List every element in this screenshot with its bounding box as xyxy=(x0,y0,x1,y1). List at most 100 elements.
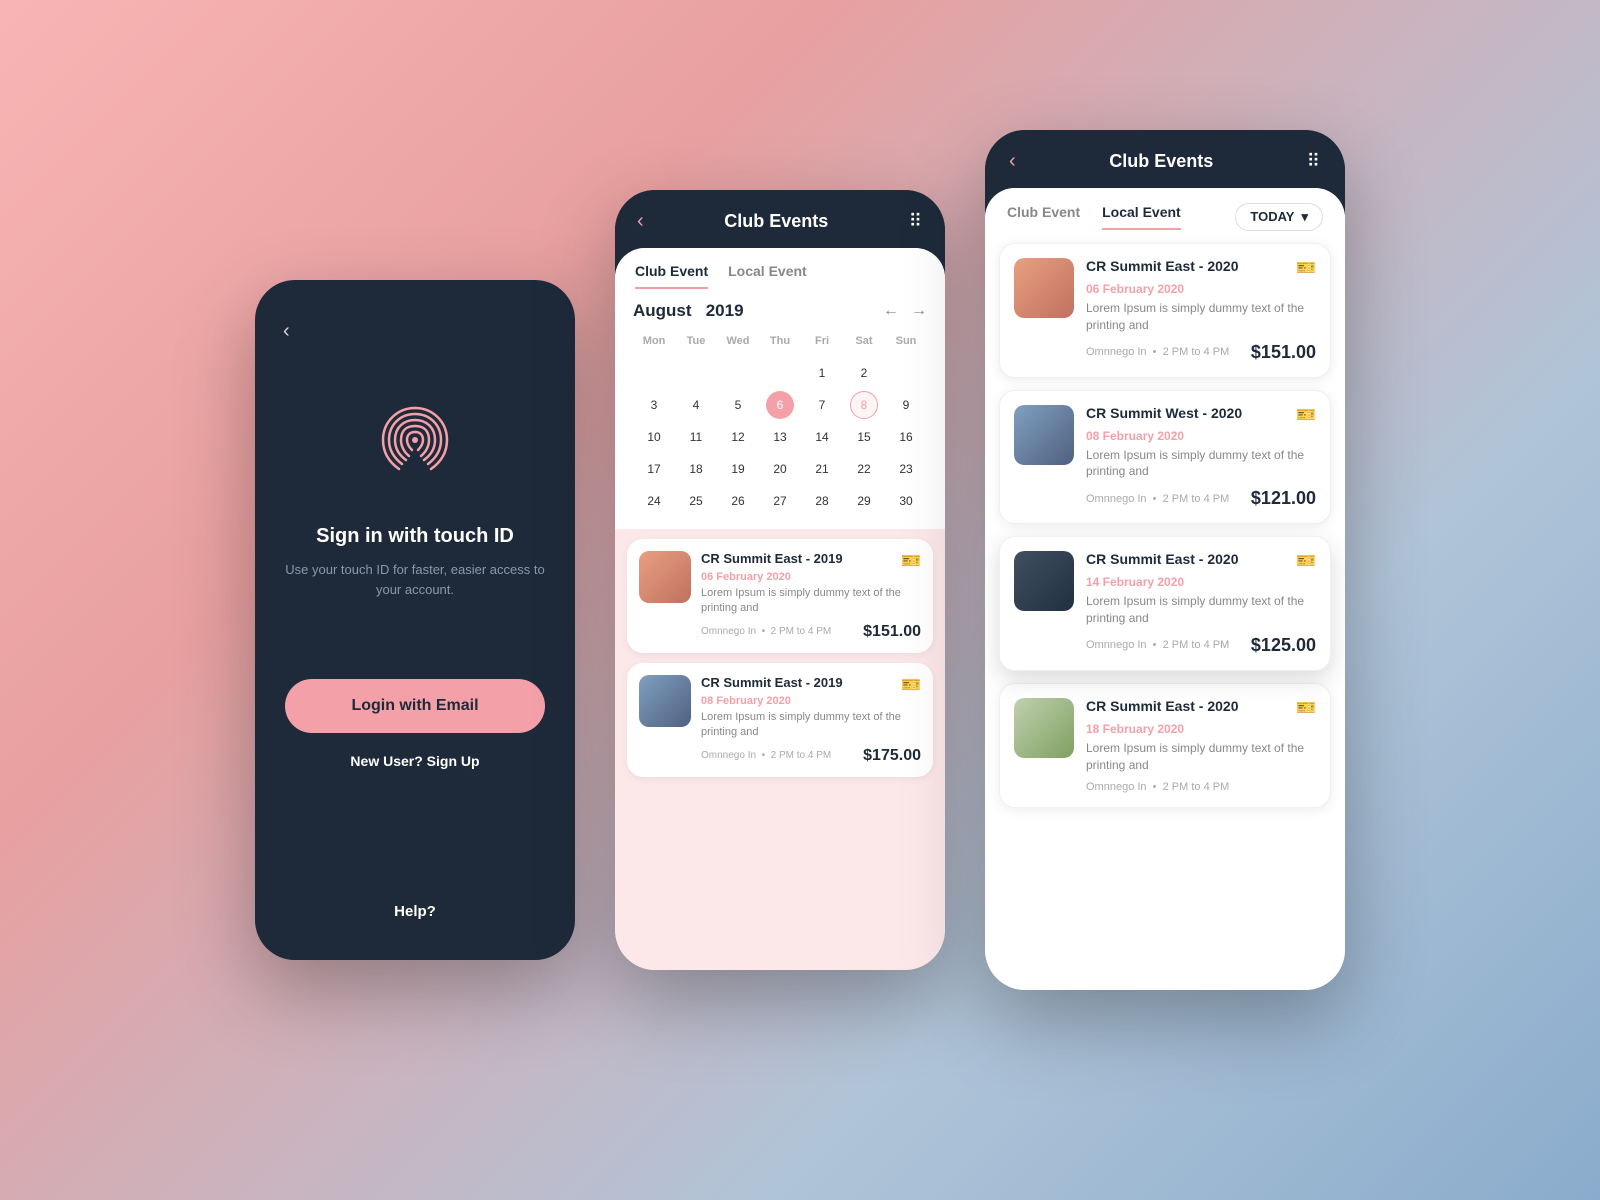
cal-day[interactable]: 13 xyxy=(766,423,794,451)
event-image-2 xyxy=(639,675,691,727)
event-desc-lg-2: Lorem Ipsum is simply dummy text of the … xyxy=(1086,447,1316,481)
event-card-lg-3[interactable]: CR Summit East - 2020 🎫 14 February 2020… xyxy=(999,536,1331,671)
tab-club-event-p3[interactable]: Club Event xyxy=(1007,204,1080,230)
event-card-lg-2[interactable]: CR Summit West - 2020 🎫 08 February 2020… xyxy=(999,390,1331,525)
event-img-lg-4 xyxy=(1014,698,1074,758)
event-meta-lg-1: Omnnego In • 2 PM to 4 PM xyxy=(1086,346,1229,358)
event-card-1[interactable]: CR Summit East - 2019 🎫 06 February 2020… xyxy=(627,539,933,653)
event-card-lg-4[interactable]: CR Summit East - 2020 🎫 18 February 2020… xyxy=(999,683,1331,809)
cal-day[interactable]: 4 xyxy=(682,391,710,419)
cal-day[interactable]: 7 xyxy=(808,391,836,419)
event-img-lg-3 xyxy=(1014,551,1074,611)
event-footer-lg-3: Omnnego In • 2 PM to 4 PM $125.00 xyxy=(1086,635,1316,656)
cal-day-6[interactable]: 6 xyxy=(766,391,794,419)
events-dots-icon[interactable]: ⠿ xyxy=(1307,151,1321,172)
cal-day[interactable]: 12 xyxy=(724,423,752,451)
cal-day[interactable]: 21 xyxy=(808,455,836,483)
event-content-lg-2: CR Summit West - 2020 🎫 08 February 2020… xyxy=(1086,405,1316,510)
event-price-lg-2: $121.00 xyxy=(1251,488,1316,509)
cal-day[interactable]: 29 xyxy=(850,487,878,515)
cal-day[interactable]: 15 xyxy=(850,423,878,451)
event-footer-1: Omnnego In • 2 PM to 4 PM $151.00 xyxy=(701,623,921,641)
event-desc-lg-3: Lorem Ipsum is simply dummy text of the … xyxy=(1086,593,1316,627)
phone-calendar: ‹ Club Events ⠿ Club Event Local Event A… xyxy=(615,190,945,970)
event-title-2: CR Summit East - 2019 xyxy=(701,675,843,690)
cal-day[interactable]: 27 xyxy=(766,487,794,515)
event-price-2: $175.00 xyxy=(863,747,921,765)
new-user-signup[interactable]: New User? Sign Up xyxy=(350,753,479,769)
event-date-lg-4: 18 February 2020 xyxy=(1086,722,1316,736)
event-meta-2: Omnnego In • 2 PM to 4 PM xyxy=(701,750,831,761)
calendar-header-row: Mon Tue Wed Thu Fri Sat Sun xyxy=(633,331,927,351)
cal-day[interactable]: 22 xyxy=(850,455,878,483)
cal-day[interactable]: 10 xyxy=(640,423,668,451)
calendar-nav: ← → xyxy=(883,302,927,320)
cal-day[interactable] xyxy=(766,359,794,387)
cal-day[interactable]: 23 xyxy=(892,455,920,483)
tab-club-event[interactable]: Club Event xyxy=(635,263,708,289)
ticket-icon-lg-2: 🎫 xyxy=(1296,405,1316,425)
cal-day[interactable]: 19 xyxy=(724,455,752,483)
event-card-lg-1[interactable]: CR Summit East - 2020 🎫 06 February 2020… xyxy=(999,243,1331,378)
events-header: ‹ Club Events ⠿ xyxy=(985,130,1345,188)
calendar-dots-icon[interactable]: ⠿ xyxy=(909,211,923,232)
tab-local-event-p3[interactable]: Local Event xyxy=(1102,204,1181,230)
event-title-lg-1: CR Summit East - 2020 xyxy=(1086,258,1239,274)
calendar-next-icon[interactable]: → xyxy=(911,302,927,320)
cal-day[interactable]: 20 xyxy=(766,455,794,483)
login-email-button[interactable]: Login with Email xyxy=(285,679,545,733)
event-footer-lg-1: Omnnego In • 2 PM to 4 PM $151.00 xyxy=(1086,342,1316,363)
sign-in-subtitle: Use your touch ID for faster, easier acc… xyxy=(285,560,545,599)
cal-day[interactable]: 26 xyxy=(724,487,752,515)
cal-day[interactable]: 9 xyxy=(892,391,920,419)
event-title-1: CR Summit East - 2019 xyxy=(701,551,843,566)
events-back-icon[interactable]: ‹ xyxy=(1009,150,1016,173)
event-desc-lg-1: Lorem Ipsum is simply dummy text of the … xyxy=(1086,300,1316,334)
calendar-section: August 2019 ← → Mon Tue Wed Thu Fri Sat … xyxy=(615,289,945,529)
cal-day[interactable]: 11 xyxy=(682,423,710,451)
help-link[interactable]: Help? xyxy=(394,903,436,920)
cal-day[interactable]: 28 xyxy=(808,487,836,515)
cal-header-thu: Thu xyxy=(759,331,801,351)
cal-header-wed: Wed xyxy=(717,331,759,351)
tab-local-event[interactable]: Local Event xyxy=(728,263,807,289)
event-card-2[interactable]: CR Summit East - 2019 🎫 08 February 2020… xyxy=(627,663,933,777)
event-meta-lg-3: Omnnego In • 2 PM to 4 PM xyxy=(1086,639,1229,651)
sign-in-title: Sign in with touch ID xyxy=(316,525,514,548)
today-button[interactable]: TODAY ▾ xyxy=(1235,203,1323,231)
event-image-1 xyxy=(639,551,691,603)
calendar-prev-icon[interactable]: ← xyxy=(883,302,899,320)
calendar-title: Club Events xyxy=(724,211,828,232)
event-desc-2: Lorem Ipsum is simply dummy text of the … xyxy=(701,710,921,741)
calendar-back-icon[interactable]: ‹ xyxy=(637,210,644,233)
back-arrow-icon[interactable]: ‹ xyxy=(283,320,290,343)
cal-day[interactable]: 5 xyxy=(724,391,752,419)
cal-header-tue: Tue xyxy=(675,331,717,351)
cal-day[interactable]: 1 xyxy=(808,359,836,387)
event-date-lg-1: 06 February 2020 xyxy=(1086,282,1316,296)
cal-day[interactable]: 18 xyxy=(682,455,710,483)
event-meta-1: Omnnego In • 2 PM to 4 PM xyxy=(701,626,831,637)
cal-day[interactable] xyxy=(892,359,920,387)
cal-day[interactable]: 24 xyxy=(640,487,668,515)
cal-day[interactable] xyxy=(682,359,710,387)
cal-day[interactable]: 16 xyxy=(892,423,920,451)
cal-day[interactable] xyxy=(724,359,752,387)
event-meta-lg-2: Omnnego In • 2 PM to 4 PM xyxy=(1086,493,1229,505)
calendar-header: ‹ Club Events ⠿ xyxy=(615,190,945,248)
cal-day[interactable] xyxy=(640,359,668,387)
events-scroll: CR Summit East - 2020 🎫 06 February 2020… xyxy=(985,231,1345,990)
cal-day[interactable]: 14 xyxy=(808,423,836,451)
cal-day[interactable]: 25 xyxy=(682,487,710,515)
cal-day[interactable]: 30 xyxy=(892,487,920,515)
cal-header-sun: Sun xyxy=(885,331,927,351)
ticket-icon-2: 🎫 xyxy=(901,675,921,695)
event-img-lg-2 xyxy=(1014,405,1074,465)
cal-day[interactable]: 17 xyxy=(640,455,668,483)
cal-day[interactable]: 3 xyxy=(640,391,668,419)
event-date-lg-3: 14 February 2020 xyxy=(1086,575,1316,589)
calendar-body: 1 2 3 4 5 6 7 8 9 10 11 12 13 14 xyxy=(633,357,927,517)
event-desc-1: Lorem Ipsum is simply dummy text of the … xyxy=(701,586,921,617)
cal-day[interactable]: 2 xyxy=(850,359,878,387)
cal-day-8[interactable]: 8 xyxy=(850,391,878,419)
